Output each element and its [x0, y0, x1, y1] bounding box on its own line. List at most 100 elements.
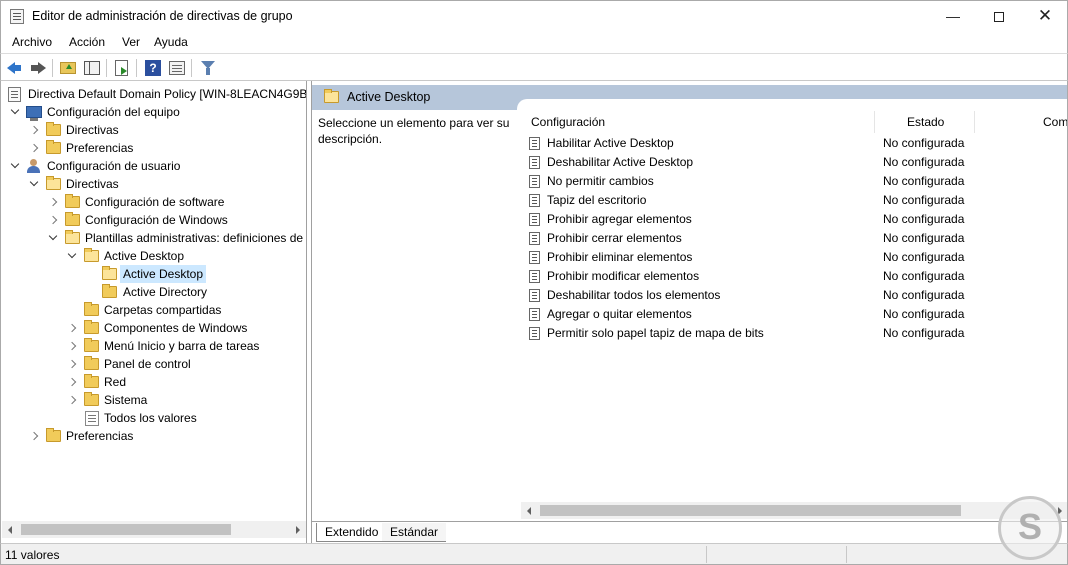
close-button[interactable]: ✕	[1022, 1, 1068, 31]
menu-archivo[interactable]: Archivo	[12, 35, 52, 49]
chevron-right-icon[interactable]	[29, 143, 39, 153]
tree-item-label: Configuración de usuario	[47, 159, 181, 173]
details-horizontal-scrollbar[interactable]	[521, 502, 1067, 519]
tree-item-windows-settings[interactable]: Configuración de Windows	[1, 211, 306, 229]
tab-extended[interactable]: Extendido	[316, 523, 388, 542]
tree-pane: Directiva Default Domain Policy [WIN-8LE…	[0, 81, 307, 543]
scroll-left-icon[interactable]	[521, 502, 538, 519]
setting-state: No configurada	[883, 174, 965, 188]
window-title: Editor de administración de directivas d…	[32, 9, 293, 23]
tree-item-label: Red	[104, 375, 127, 389]
status-count: 11 valores	[5, 548, 60, 562]
tree-item-start-menu-taskbar[interactable]: Menú Inicio y barra de tareas	[1, 337, 306, 355]
details-header-title: Active Desktop	[347, 90, 431, 104]
tree-item-computer-preferences[interactable]: Preferencias	[1, 139, 306, 157]
properties-button[interactable]	[167, 58, 187, 78]
setting-row[interactable]: Deshabilitar Active Desktop No configurad…	[521, 153, 1067, 172]
toolbar-separator	[106, 59, 107, 77]
minimize-button[interactable]: —	[930, 1, 976, 31]
chevron-right-icon[interactable]	[67, 377, 77, 387]
tree-item-active-directory[interactable]: Active Directory	[1, 283, 306, 301]
setting-name: Habilitar Active Desktop	[547, 136, 674, 150]
setting-row[interactable]: No permitir cambios No configurada	[521, 172, 1067, 191]
setting-row[interactable]: Permitir solo papel tapiz de mapa de bit…	[521, 324, 1067, 343]
tree-item-software-settings[interactable]: Configuración de software	[1, 193, 306, 211]
back-button[interactable]	[5, 58, 25, 78]
folder-open-icon	[324, 89, 339, 103]
chevron-right-icon[interactable]	[48, 197, 58, 207]
toolbar-separator	[136, 59, 137, 77]
setting-row[interactable]: Prohibir eliminar elementos No configurad…	[521, 248, 1067, 267]
column-separator[interactable]	[974, 111, 975, 133]
tree-item-admin-templates[interactable]: Plantillas administrativas: definiciones…	[1, 229, 306, 247]
folder-icon	[84, 338, 99, 352]
chevron-right-icon[interactable]	[48, 215, 58, 225]
setting-row[interactable]: Prohibir cerrar elementos No configurada	[521, 229, 1067, 248]
setting-row[interactable]: Agregar o quitar elementos No configurada	[521, 305, 1067, 324]
policy-setting-icon	[529, 308, 540, 321]
tree-item-all-values[interactable]: Todos los valores	[1, 409, 306, 427]
chevron-right-icon[interactable]	[67, 395, 77, 405]
tree-item-windows-components[interactable]: Componentes de Windows	[1, 319, 306, 337]
setting-state: No configurada	[883, 269, 965, 283]
menu-ayuda[interactable]: Ayuda	[154, 35, 188, 49]
tree-horizontal-scrollbar[interactable]	[2, 521, 306, 538]
setting-row[interactable]: Deshabilitar todos los elementos No confi…	[521, 286, 1067, 305]
column-header-comment[interactable]: Com	[1043, 115, 1067, 129]
up-one-level-button[interactable]	[58, 58, 78, 78]
filter-button[interactable]	[198, 58, 218, 78]
forward-button[interactable]	[28, 58, 48, 78]
chevron-down-icon[interactable]	[67, 251, 77, 261]
tree-item-user-config[interactable]: Configuración de usuario	[1, 157, 306, 175]
menu-ver[interactable]: Ver	[122, 35, 140, 49]
menu-accion[interactable]: Acción	[69, 35, 105, 49]
chevron-right-icon[interactable]	[29, 431, 39, 441]
chevron-right-icon[interactable]	[67, 341, 77, 351]
tree-item-active-desktop-parent[interactable]: Active Desktop	[1, 247, 306, 265]
export-list-button[interactable]	[112, 58, 132, 78]
setting-row[interactable]: Prohibir agregar elementos No configurada	[521, 210, 1067, 229]
tree-item-user-preferences[interactable]: Preferencias	[1, 427, 306, 445]
help-button[interactable]: ?	[143, 58, 163, 78]
policy-setting-icon	[529, 289, 540, 302]
tree-item-computer-config[interactable]: Configuración del equipo	[1, 103, 306, 121]
setting-name: Prohibir cerrar elementos	[547, 231, 682, 245]
details-pane: Active Desktop Seleccione un elemento pa…	[311, 81, 1068, 543]
scrollbar-thumb[interactable]	[21, 524, 231, 535]
setting-row[interactable]: Habilitar Active Desktop No configurada	[521, 134, 1067, 153]
tree-item-root-policy[interactable]: Directiva Default Domain Policy [WIN-8LE…	[1, 85, 306, 103]
tree-item-user-policies[interactable]: Directivas	[1, 175, 306, 193]
maximize-button[interactable]	[976, 1, 1022, 31]
chevron-down-icon[interactable]	[48, 233, 58, 243]
tree-item-control-panel[interactable]: Panel de control	[1, 355, 306, 373]
column-header-state[interactable]: Estado	[907, 115, 944, 129]
chevron-right-icon[interactable]	[29, 125, 39, 135]
scrollbar-thumb[interactable]	[540, 505, 961, 516]
column-separator[interactable]	[874, 111, 875, 133]
chevron-down-icon[interactable]	[29, 179, 39, 189]
tree-item-network[interactable]: Red	[1, 373, 306, 391]
chevron-down-icon[interactable]	[10, 107, 20, 117]
setting-row[interactable]: Tapiz del escritorio No configurada	[521, 191, 1067, 210]
view-tabs: Extendido Estándar	[311, 521, 1068, 543]
tree-item-label: Active Directory	[123, 285, 208, 299]
tree-item-active-desktop-selected[interactable]: Active Desktop	[1, 265, 306, 283]
setting-state: No configurada	[883, 250, 965, 264]
setting-name: Tapiz del escritorio	[547, 193, 647, 207]
scroll-right-icon[interactable]	[289, 521, 306, 538]
export-list-icon	[115, 60, 128, 76]
folder-open-icon	[84, 248, 99, 262]
tree-item-shared-folders[interactable]: Carpetas compartidas	[1, 301, 306, 319]
column-header-setting[interactable]: Configuración	[531, 115, 605, 129]
tree-item-system[interactable]: Sistema	[1, 391, 306, 409]
tab-standard[interactable]: Estándar	[382, 523, 447, 542]
chevron-right-icon[interactable]	[67, 359, 77, 369]
setting-row[interactable]: Prohibir modificar elementos No configura…	[521, 267, 1067, 286]
chevron-down-icon[interactable]	[10, 161, 20, 171]
show-hide-tree-button[interactable]	[82, 58, 102, 78]
tree-item-label-selected: Active Desktop	[120, 265, 207, 283]
chevron-right-icon[interactable]	[67, 323, 77, 333]
tree-item-computer-policies[interactable]: Directivas	[1, 121, 306, 139]
tree-item-label: Panel de control	[104, 357, 191, 371]
scroll-left-icon[interactable]	[2, 521, 19, 538]
